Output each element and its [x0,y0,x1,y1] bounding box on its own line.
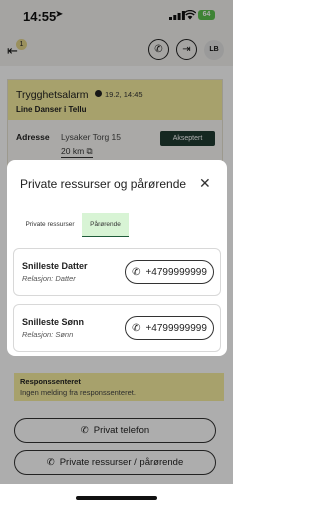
tab-private-resources[interactable]: Private ressurser [15,213,85,237]
contact-name: Snilleste Datter [22,261,88,271]
home-indicator [76,496,157,500]
tab-relatives[interactable]: Pårørende [82,213,129,237]
contact-name: Snilleste Sønn [22,317,85,327]
contact-relation: Relasjon: Sønn [22,330,74,339]
phone-icon: ✆ [132,322,141,334]
call-contact-button[interactable]: ✆ +4799999999 [125,260,214,284]
call-contact-button[interactable]: ✆ +4799999999 [125,316,214,340]
contact-phone: +4799999999 [145,322,207,334]
close-icon[interactable]: ✕ [199,175,211,192]
contacts-modal: Private ressurser og pårørende ✕ Private… [7,160,227,356]
phone-icon: ✆ [132,266,141,278]
contact-relation: Relasjon: Datter [22,274,76,283]
contact-phone: +4799999999 [145,266,207,278]
modal-title: Private ressurser og pårørende [20,177,187,191]
contact-card: Snilleste Datter Relasjon: Datter ✆ +479… [13,248,221,296]
contact-card: Snilleste Sønn Relasjon: Sønn ✆ +4799999… [13,304,221,352]
